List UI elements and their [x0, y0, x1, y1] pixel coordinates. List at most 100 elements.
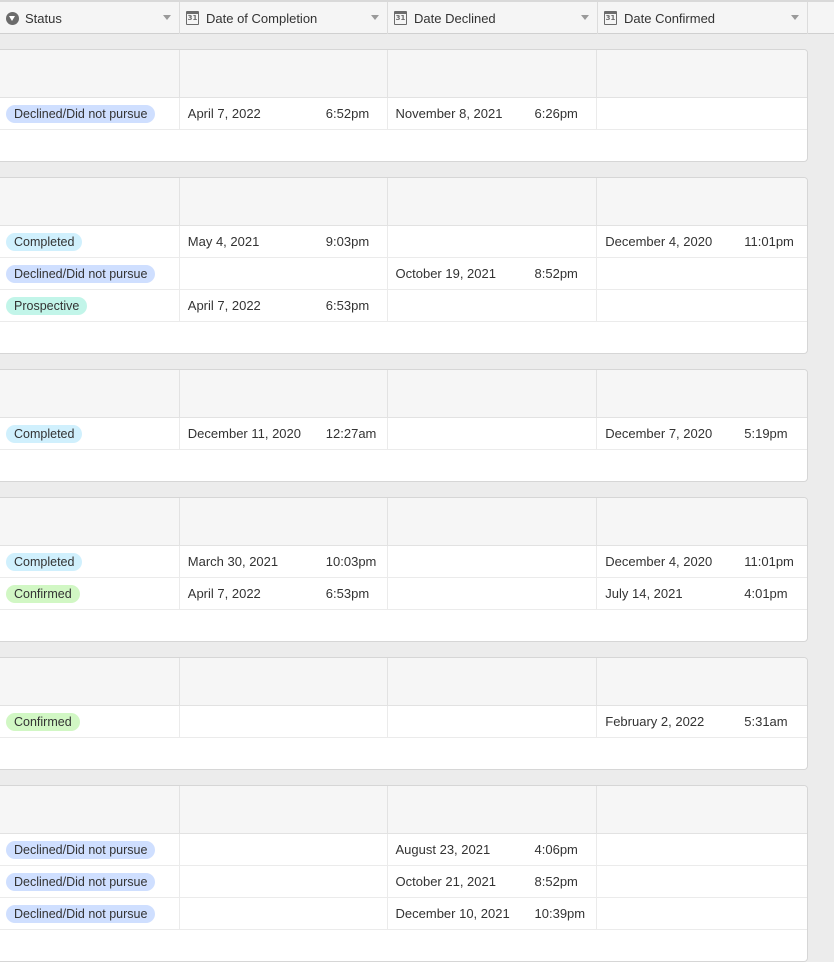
date-declined-cell[interactable]: [388, 546, 598, 577]
status-cell[interactable]: Declined/Did not pursue: [0, 898, 180, 929]
date-value: February 2, 2022: [605, 714, 705, 729]
status-cell[interactable]: Confirmed: [0, 706, 180, 737]
time-value: 6:52pm: [325, 106, 370, 121]
time-value: 9:03pm: [325, 234, 370, 249]
date-of-completion-cell[interactable]: [180, 866, 388, 897]
table-row[interactable]: Completed March 30, 2021 10:03pm December 4…: [0, 546, 807, 578]
table-row[interactable]: Confirmed February 2, 2022 5:31am: [0, 706, 807, 738]
status-cell[interactable]: Confirmed: [0, 578, 180, 609]
date-confirmed-cell[interactable]: July 14, 2021 4:01pm: [597, 578, 807, 609]
time-value: 12:27am: [325, 426, 377, 441]
date-of-completion-cell[interactable]: April 7, 2022 6:52pm: [180, 98, 388, 129]
date-declined-cell[interactable]: [388, 226, 598, 257]
chevron-down-icon[interactable]: [163, 15, 171, 20]
date-value: December 11, 2020: [187, 426, 301, 441]
status-badge: Confirmed: [6, 584, 80, 603]
time-value: 6:53pm: [325, 586, 370, 601]
date-confirmed-cell[interactable]: [597, 258, 807, 289]
table-row[interactable]: Confirmed April 7, 2022 6:53pm July 14, 202…: [0, 578, 807, 610]
column-header-label: Status: [25, 10, 62, 26]
status-cell[interactable]: Completed: [0, 226, 180, 257]
table-row[interactable]: Declined/Did not pursue April 7, 2022 6:52…: [0, 98, 807, 130]
add-field-column[interactable]: [808, 2, 834, 34]
column-header-date-of-completion[interactable]: 31 Date of Completion: [180, 2, 388, 34]
date-value: May 4, 2021: [187, 234, 260, 249]
column-header-date-confirmed[interactable]: 31 Date Confirmed: [598, 2, 808, 34]
column-header-date-declined[interactable]: 31 Date Declined: [388, 2, 598, 34]
column-header-status[interactable]: Status: [0, 2, 180, 34]
time-value: 6:53pm: [325, 298, 370, 313]
status-cell[interactable]: Completed: [0, 546, 180, 577]
status-badge: Declined/Did not pursue: [6, 840, 156, 859]
date-declined-cell[interactable]: November 8, 2021 6:26pm: [388, 98, 598, 129]
date-declined-cell[interactable]: [388, 290, 598, 321]
date-declined-cell[interactable]: August 23, 2021 4:06pm: [388, 834, 598, 865]
date-confirmed-cell[interactable]: December 4, 2020 11:01pm: [597, 546, 807, 577]
time-value: 8:52pm: [534, 874, 578, 889]
date-confirmed-cell[interactable]: [597, 866, 807, 897]
date-of-completion-cell[interactable]: March 30, 2021 10:03pm: [180, 546, 388, 577]
date-confirmed-cell[interactable]: December 7, 2020 5:19pm: [597, 418, 807, 449]
group-footer: [0, 930, 807, 961]
date-declined-cell[interactable]: [388, 418, 598, 449]
date-declined-cell[interactable]: [388, 706, 598, 737]
date-confirmed-cell[interactable]: [597, 98, 807, 129]
status-cell[interactable]: Prospective: [0, 290, 180, 321]
date-of-completion-cell[interactable]: [180, 898, 388, 929]
chevron-down-icon[interactable]: [581, 15, 589, 20]
group-header[interactable]: [0, 50, 807, 98]
date-confirmed-cell[interactable]: [597, 834, 807, 865]
date-of-completion-cell[interactable]: [180, 706, 388, 737]
record-group: Confirmed February 2, 2022 5:31am: [0, 657, 808, 770]
date-value: August 23, 2021: [395, 842, 491, 857]
single-select-icon: [6, 11, 19, 25]
date-declined-cell[interactable]: October 21, 2021 8:52pm: [388, 866, 598, 897]
date-value: October 21, 2021: [395, 874, 496, 889]
group-header[interactable]: [0, 498, 807, 546]
date-of-completion-cell[interactable]: May 4, 2021 9:03pm: [180, 226, 388, 257]
date-of-completion-cell[interactable]: [180, 258, 388, 289]
date-value: December 4, 2020: [605, 234, 713, 249]
record-group: Completed December 11, 2020 12:27am Decembe…: [0, 369, 808, 482]
table-row[interactable]: Declined/Did not pursue December 10, 2021…: [0, 898, 807, 930]
date-confirmed-cell[interactable]: February 2, 2022 5:31am: [597, 706, 807, 737]
date-declined-cell[interactable]: [388, 578, 598, 609]
date-confirmed-cell[interactable]: [597, 290, 807, 321]
date-of-completion-cell[interactable]: December 11, 2020 12:27am: [180, 418, 388, 449]
time-value: 5:31am: [744, 714, 788, 729]
date-of-completion-cell[interactable]: April 7, 2022 6:53pm: [180, 578, 388, 609]
date-of-completion-cell[interactable]: [180, 834, 388, 865]
time-value: 8:52pm: [534, 266, 578, 281]
status-cell[interactable]: Declined/Did not pursue: [0, 98, 180, 129]
date-confirmed-cell[interactable]: [597, 898, 807, 929]
time-value: 11:01pm: [744, 554, 794, 569]
time-value: 10:39pm: [534, 906, 586, 921]
table-row[interactable]: Declined/Did not pursue October 21, 2021 8…: [0, 866, 807, 898]
date-value: April 7, 2022: [187, 586, 261, 601]
status-cell[interactable]: Declined/Did not pursue: [0, 258, 180, 289]
chevron-down-icon[interactable]: [791, 15, 799, 20]
group-header[interactable]: [0, 786, 807, 834]
status-cell[interactable]: Declined/Did not pursue: [0, 834, 180, 865]
group-header[interactable]: [0, 658, 807, 706]
date-of-completion-cell[interactable]: April 7, 2022 6:53pm: [180, 290, 388, 321]
date-declined-cell[interactable]: October 19, 2021 8:52pm: [388, 258, 598, 289]
group-header[interactable]: [0, 178, 807, 226]
table-row[interactable]: Prospective April 7, 2022 6:53pm: [0, 290, 807, 322]
time-value: 10:03pm: [325, 554, 377, 569]
column-header-label: Date of Completion: [206, 10, 318, 26]
group-footer: [0, 450, 807, 481]
record-group: Declined/Did not pursue August 23, 2021 4:…: [0, 785, 808, 962]
date-confirmed-cell[interactable]: December 4, 2020 11:01pm: [597, 226, 807, 257]
status-cell[interactable]: Declined/Did not pursue: [0, 866, 180, 897]
status-cell[interactable]: Completed: [0, 418, 180, 449]
chevron-down-icon[interactable]: [371, 15, 379, 20]
status-badge: Confirmed: [6, 712, 80, 731]
table-row[interactable]: Declined/Did not pursue October 19, 2021 8…: [0, 258, 807, 290]
date-declined-cell[interactable]: December 10, 2021 10:39pm: [388, 898, 598, 929]
table-row[interactable]: Completed May 4, 2021 9:03pm December 4, 20…: [0, 226, 807, 258]
group-header[interactable]: [0, 370, 807, 418]
table-row[interactable]: Completed December 11, 2020 12:27am Decembe…: [0, 418, 807, 450]
table-row[interactable]: Declined/Did not pursue August 23, 2021 4:…: [0, 834, 807, 866]
column-header-bar: Status 31 Date of Completion 31 Date Dec…: [0, 0, 834, 34]
